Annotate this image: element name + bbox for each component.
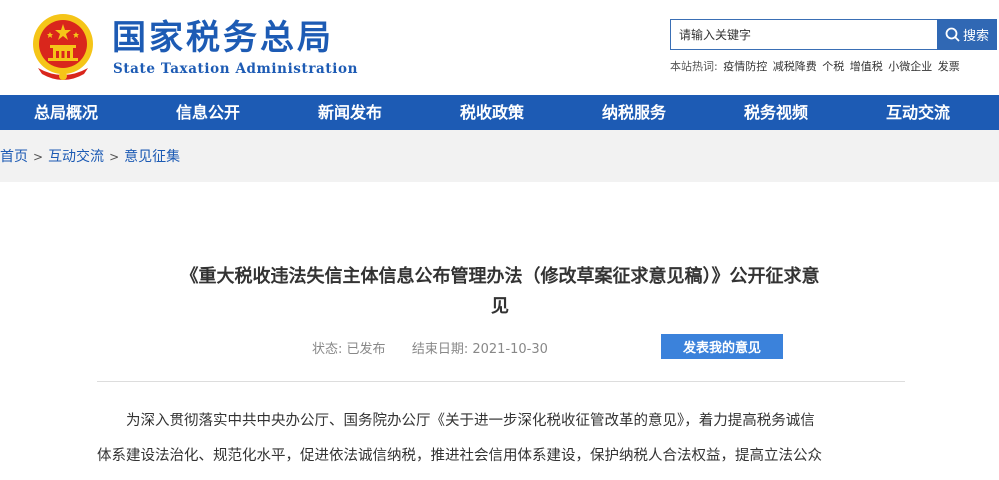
article-body: 为深入贯彻落实中共中央办公厅、国务院办公厅《关于进一步深化税收征管改革的意见》，… <box>97 404 905 474</box>
hot-words: 本站热词: 疫情防控 减税降费 个税 增值税 小微企业 发票 <box>670 58 962 74</box>
hot-word[interactable]: 个税 <box>822 60 844 73</box>
site-subtitle: State Taxation Administration <box>113 61 358 77</box>
submit-opinion-button[interactable]: 发表我的意见 <box>661 334 783 359</box>
article-title-line: 见 <box>491 296 509 317</box>
nav-item-interaction[interactable]: 互动交流 <box>886 95 950 130</box>
national-emblem-icon[interactable] <box>28 8 98 84</box>
status-value: 已发布 <box>346 342 386 357</box>
search-button[interactable]: 搜索 <box>937 19 997 50</box>
breadcrumb-separator: > <box>33 150 44 164</box>
breadcrumb: 首页 > 互动交流 > 意见征集 <box>0 146 180 166</box>
body-line: 为深入贯彻落实中共中央办公厅、国务院办公厅《关于进一步深化税收征管改革的意见》，… <box>126 413 815 429</box>
nav-item-tax-policy[interactable]: 税收政策 <box>460 95 524 130</box>
hot-word[interactable]: 疫情防控 <box>723 60 767 73</box>
main-nav: 总局概况 信息公开 新闻发布 税收政策 纳税服务 税务视频 互动交流 <box>0 95 999 130</box>
hot-words-label: 本站热词: <box>670 60 718 73</box>
nav-item-tax-video[interactable]: 税务视频 <box>744 95 808 130</box>
breadcrumb-home[interactable]: 首页 <box>0 149 28 165</box>
site-title[interactable]: 国家税务总局 <box>112 18 334 58</box>
hot-word[interactable]: 减税降费 <box>773 60 817 73</box>
search-icon <box>945 27 960 42</box>
divider <box>97 381 905 382</box>
end-date-label: 结束日期: <box>411 342 469 357</box>
site-header: 国家税务总局 State Taxation Administration 搜索 … <box>0 0 999 95</box>
article-meta: 状态: 已发布 结束日期: 2021-10-30 <box>312 338 548 357</box>
search-input[interactable] <box>671 20 938 49</box>
search-box <box>670 19 938 50</box>
hot-word[interactable]: 发票 <box>938 60 960 73</box>
nav-item-taxpayer-service[interactable]: 纳税服务 <box>602 95 666 130</box>
nav-item-news[interactable]: 新闻发布 <box>318 95 382 130</box>
article-panel: 《重大税收违法失信主体信息公布管理办法（修改草案征求意见稿）》公开征求意 见 状… <box>0 182 999 480</box>
article-title-line: 《重大税收违法失信主体信息公布管理办法（修改草案征求意见稿）》公开征求意 <box>180 266 820 287</box>
breadcrumb-separator: > <box>109 150 120 164</box>
breadcrumb-opinion-collection[interactable]: 意见征集 <box>124 149 180 165</box>
article-title: 《重大税收违法失信主体信息公布管理办法（修改草案征求意见稿）》公开征求意 见 <box>130 262 870 322</box>
search-button-label: 搜索 <box>962 29 989 44</box>
end-date-value: 2021-10-30 <box>472 342 548 357</box>
status-label: 状态: <box>312 342 343 357</box>
nav-item-info-disclosure[interactable]: 信息公开 <box>176 95 240 130</box>
body-line: 体系建设法治化、规范化水平，促进依法诚信纳税，推进社会信用体系建设，保护纳税人合… <box>97 448 822 464</box>
breadcrumb-interaction[interactable]: 互动交流 <box>48 149 104 165</box>
nav-item-overview[interactable]: 总局概况 <box>34 95 98 130</box>
hot-word[interactable]: 增值税 <box>850 60 883 73</box>
hot-word[interactable]: 小微企业 <box>888 60 932 73</box>
